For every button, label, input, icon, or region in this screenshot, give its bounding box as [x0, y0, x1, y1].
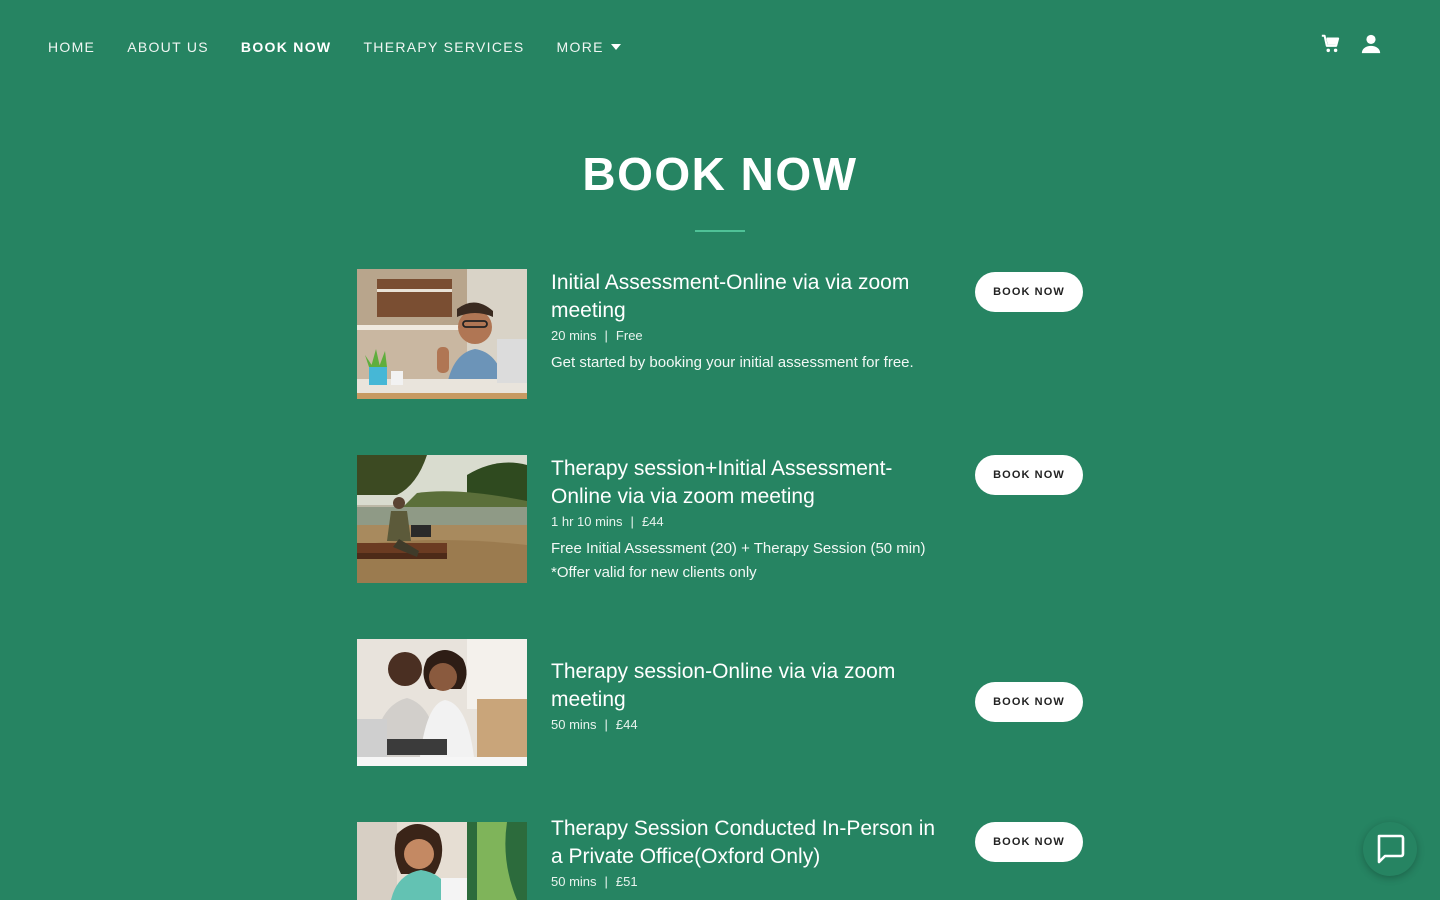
service-meta: 1 hr 10 mins | £44	[551, 513, 946, 531]
meta-separator: |	[604, 717, 608, 732]
service-price: £51	[615, 874, 638, 889]
chat-bubble-icon	[1377, 834, 1405, 864]
caret-down-icon	[610, 44, 621, 50]
service-title: Initial Assessment-Online via via zoom m…	[551, 271, 910, 322]
service-price: £44	[641, 514, 664, 529]
service-title: Therapy session+Initial Assessment-Onlin…	[551, 457, 893, 508]
service-title: Therapy Session Conducted In-Person in a…	[551, 817, 936, 868]
service-info: Therapy session+Initial Assessment-Onlin…	[551, 455, 946, 585]
service-info: Therapy Session Conducted In-Person in a…	[551, 815, 946, 891]
service-price: £44	[615, 717, 638, 732]
book-now-button[interactable]: BOOK NOW	[975, 272, 1083, 312]
service-description: Free Initial Assessment (20) + Therapy S…	[551, 537, 946, 585]
meta-separator: |	[630, 514, 634, 529]
book-now-button[interactable]: BOOK NOW	[975, 682, 1083, 722]
service-meta: 50 mins | £51	[551, 873, 946, 891]
meta-separator: |	[604, 874, 608, 889]
service-image-woman-in-consultation	[357, 822, 527, 900]
nav-about-us[interactable]: ABOUT US	[127, 38, 209, 56]
service-info: Initial Assessment-Online via via zoom m…	[551, 269, 946, 375]
nav-therapy-services[interactable]: THERAPY SERVICES	[363, 38, 524, 56]
nav-links: HOME ABOUT US BOOK NOW THERAPY SERVICES …	[48, 38, 653, 56]
service-image-couple-at-computer	[357, 639, 527, 766]
service-image-person-with-laptop-by-lake	[357, 455, 527, 583]
cart-icon[interactable]	[1320, 33, 1342, 55]
service-meta: 50 mins | £44	[551, 716, 946, 734]
nav-book-now[interactable]: BOOK NOW	[241, 38, 332, 56]
service-image-man-waving-at-laptop	[357, 269, 527, 399]
service-duration: 50 mins	[551, 717, 597, 732]
book-now-button[interactable]: BOOK NOW	[975, 455, 1083, 495]
service-duration: 50 mins	[551, 874, 597, 889]
service-duration: 1 hr 10 mins	[551, 514, 623, 529]
title-divider	[695, 230, 745, 232]
chat-button[interactable]	[1363, 822, 1417, 876]
service-description-line: *Offer valid for new clients only	[551, 564, 757, 581]
user-icon[interactable]	[1360, 33, 1382, 55]
service-duration: 20 mins	[551, 328, 597, 343]
service-description-line: Free Initial Assessment (20) + Therapy S…	[551, 540, 926, 557]
top-navigation: HOME ABOUT US BOOK NOW THERAPY SERVICES …	[0, 0, 1440, 94]
service-title: Therapy session-Online via via zoom meet…	[551, 660, 896, 711]
meta-separator: |	[604, 328, 608, 343]
nav-icons	[1302, 33, 1382, 55]
service-price: Free	[615, 328, 643, 343]
nav-more-label: MORE	[556, 39, 604, 55]
nav-more-dropdown[interactable]: MORE	[557, 38, 621, 56]
service-info: Therapy session-Online via via zoom meet…	[551, 658, 946, 734]
page-title: BOOK NOW	[582, 148, 858, 200]
service-description: Get started by booking your initial asse…	[551, 351, 946, 375]
nav-home[interactable]: HOME	[48, 38, 95, 56]
service-meta: 20 mins | Free	[551, 327, 946, 345]
service-description-line: Get started by booking your initial asse…	[551, 354, 914, 371]
book-now-button[interactable]: BOOK NOW	[975, 822, 1083, 862]
